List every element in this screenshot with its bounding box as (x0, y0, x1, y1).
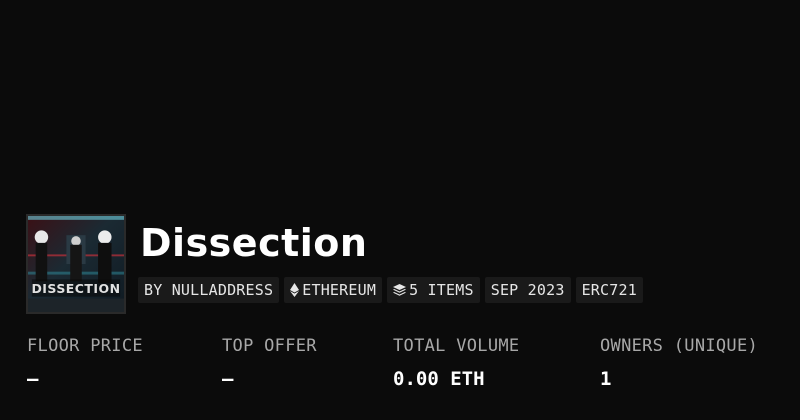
stat-total-volume: TOTAL VOLUME 0.00 ETH (393, 336, 519, 390)
date-chip-label: SEP 2023 (490, 281, 565, 299)
standard-chip-label: ERC721 (581, 281, 637, 299)
collection-chips: BY NULLADDRESS ETHEREUM 5 ITEMS SEP 2023… (138, 277, 643, 303)
floor-price-value: — (27, 368, 39, 390)
collection-page: DISSECTION Dissection BY NULLADDRESS ETH… (0, 0, 800, 420)
owners-label: OWNERS (UNIQUE) (600, 336, 759, 356)
owners-value: 1 (600, 368, 612, 390)
top-offer-value: — (222, 368, 234, 390)
collection-avatar[interactable]: DISSECTION (26, 214, 126, 314)
stat-floor-price: FLOOR PRICE — (27, 336, 143, 390)
items-chip-label: 5 ITEMS (409, 281, 474, 299)
chain-chip[interactable]: ETHEREUM (284, 277, 383, 303)
creator-chip-label: BY NULLADDRESS (144, 281, 274, 299)
top-offer-label: TOP OFFER (222, 336, 317, 356)
stat-top-offer: TOP OFFER — (222, 336, 317, 390)
total-volume-label: TOTAL VOLUME (393, 336, 520, 356)
standard-chip[interactable]: ERC721 (575, 277, 643, 303)
stat-owners: OWNERS (UNIQUE) 1 (600, 336, 758, 390)
collection-info: Dissection BY NULLADDRESS ETHEREUM 5 ITE… (138, 214, 643, 303)
chain-chip-label: ETHEREUM (302, 281, 377, 299)
collection-header: DISSECTION Dissection BY NULLADDRESS ETH… (26, 214, 643, 314)
layers-icon (393, 284, 407, 296)
avatar-logo-text: DISSECTION (31, 281, 120, 296)
floor-price-label: FLOOR PRICE (27, 336, 143, 356)
collection-artwork-image: DISSECTION (28, 216, 124, 312)
collection-title: Dissection (140, 221, 368, 265)
collection-stats: FLOOR PRICE — TOP OFFER — TOTAL VOLUME 0… (27, 336, 787, 396)
total-volume-value: 0.00 ETH (393, 368, 485, 390)
items-chip[interactable]: 5 ITEMS (387, 277, 480, 303)
creator-chip[interactable]: BY NULLADDRESS (138, 277, 280, 303)
ethereum-icon (290, 283, 300, 297)
date-chip: SEP 2023 (484, 277, 571, 303)
